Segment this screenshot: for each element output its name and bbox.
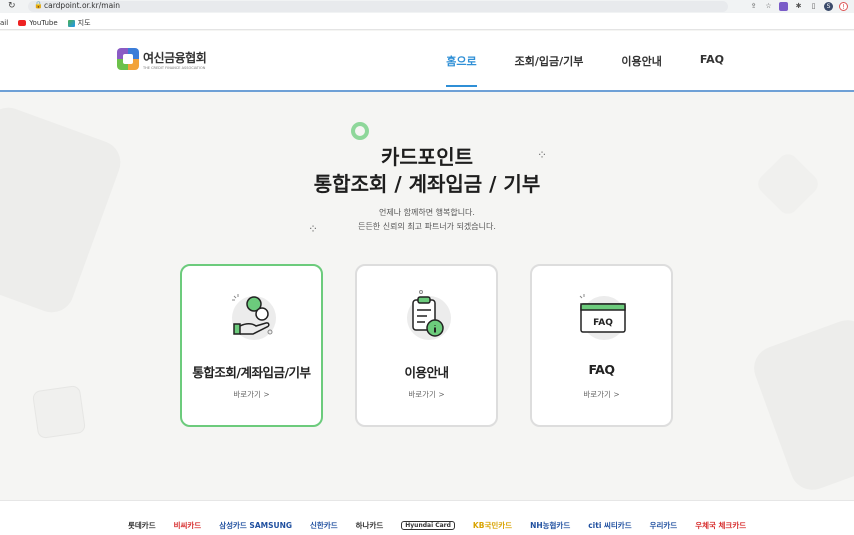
partner-kb[interactable]: KB국민카드 [473, 520, 512, 531]
card-guide[interactable]: 이용안내 바로가기 > [355, 264, 498, 427]
sidebar-icon[interactable]: ▯ [809, 2, 818, 11]
card-label: 이용안내 [404, 365, 449, 380]
partner-shinhan[interactable]: 신한카드 [310, 520, 338, 531]
profile-avatar[interactable]: S [824, 2, 833, 11]
card-faq[interactable]: FAQ FAQ 바로가기 > [530, 264, 673, 427]
background-shape [747, 314, 854, 496]
extension-icon[interactable] [779, 2, 788, 11]
hero-title-line2: 통합조회 / 계좌입금 / 기부 [313, 172, 541, 196]
browser-chrome: ↻ 🔒 cardpoint.or.kr/main ⇪ ☆ ✱ ▯ S ! ail… [0, 0, 854, 30]
hero-subtitle-line1: 언제나 함께하면 행복합니다. [379, 208, 475, 217]
update-icon[interactable]: ! [839, 2, 848, 11]
address-bar[interactable] [28, 1, 728, 12]
logo-text: 여신금융협회 [143, 50, 207, 65]
bookmark-mail[interactable]: ail [0, 19, 8, 27]
footer: 롯데카드 비씨카드 삼성카드 SAMSUNG 신한카드 하나카드 Hyundai… [0, 500, 854, 535]
partner-woori[interactable]: 우리카드 [650, 520, 678, 531]
hand-coin-icon [232, 294, 276, 340]
card-link[interactable]: 바로가기 > [182, 389, 321, 400]
logo-mark-icon [117, 48, 139, 70]
lock-icon[interactable]: 🔒 [34, 1, 43, 9]
partner-logos: 롯데카드 비씨카드 삼성카드 SAMSUNG 신한카드 하나카드 Hyundai… [128, 520, 746, 531]
hero-title-line1: 카드포인트 [381, 145, 473, 169]
nav-home[interactable]: 홈으로 [446, 53, 478, 87]
card-label: FAQ [588, 362, 615, 377]
nav-guide[interactable]: 이용안내 [621, 53, 661, 87]
partner-citi[interactable]: citi 씨티카드 [588, 520, 631, 531]
partner-nh[interactable]: NH농협카드 [530, 520, 570, 531]
card-label: 통합조회/계좌입금/기부 [192, 365, 311, 380]
svg-text:FAQ: FAQ [593, 318, 613, 328]
logo[interactable]: 여신금융협회 THE CREDIT FINANCE ASSOCIATION [117, 48, 207, 70]
bookmarks-bar: ail YouTube 지도 [0, 16, 91, 30]
share-icon[interactable]: ⇪ [749, 2, 758, 11]
extension-icons: ⇪ ☆ ✱ ▯ S ! [749, 0, 848, 13]
partner-samsung[interactable]: 삼성카드 SAMSUNG [219, 520, 292, 531]
partner-epost[interactable]: 우체국 체크카드 [695, 520, 746, 531]
partner-hana[interactable]: 하나카드 [356, 520, 384, 531]
hero-subtitle-line2: 든든한 신뢰의 최고 파트너가 되겠습니다. [358, 222, 496, 231]
nav-inquiry[interactable]: 조회/입금/기부 [515, 53, 584, 87]
address-bar-row: ↻ 🔒 cardpoint.or.kr/main ⇪ ☆ ✱ ▯ S ! [0, 0, 854, 13]
maps-icon [67, 19, 75, 27]
decorative-ring [351, 122, 369, 140]
site-header: 여신금융협회 THE CREDIT FINANCE ASSOCIATION 홈으… [0, 31, 854, 92]
bookmark-youtube[interactable]: YouTube [18, 19, 58, 27]
bookmark-maps[interactable]: 지도 [67, 18, 91, 28]
partner-bc[interactable]: 비씨카드 [174, 520, 202, 531]
card-link[interactable]: 바로가기 > [532, 389, 671, 400]
partner-hyundai[interactable]: Hyundai Card [401, 521, 455, 530]
reload-icon[interactable]: ↻ [8, 1, 16, 11]
faq-window-icon: FAQ [579, 294, 626, 340]
puzzle-icon[interactable]: ✱ [794, 2, 803, 11]
partner-lotte[interactable]: 롯데카드 [128, 520, 156, 531]
main-nav: 홈으로 조회/입금/기부 이용안내 FAQ [446, 53, 724, 87]
clipboard-info-icon [407, 290, 451, 340]
logo-subtext: THE CREDIT FINANCE ASSOCIATION [143, 65, 206, 70]
url-text[interactable]: cardpoint.or.kr/main [44, 1, 120, 10]
background-shape [31, 384, 87, 440]
star-icon[interactable]: ☆ [764, 2, 773, 11]
card-inquiry[interactable]: 통합조회/계좌입금/기부 바로가기 > [180, 264, 323, 427]
card-link[interactable]: 바로가기 > [357, 389, 496, 400]
youtube-icon [18, 20, 27, 26]
nav-faq[interactable]: FAQ [700, 53, 724, 87]
